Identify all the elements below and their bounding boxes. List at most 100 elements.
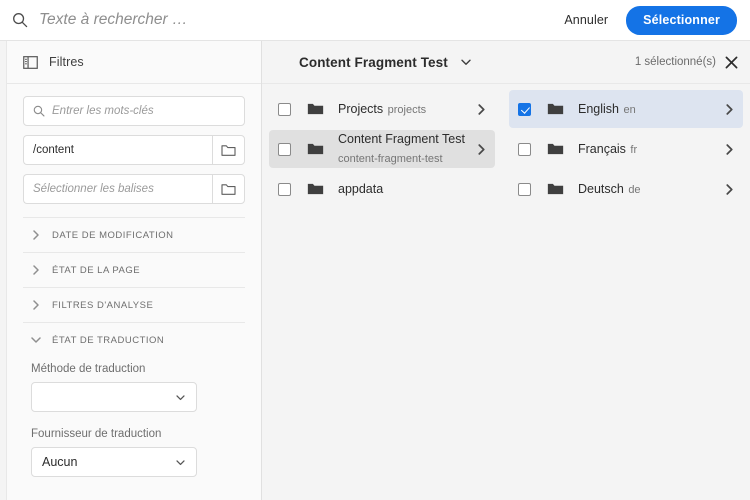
table-row[interactable]: appdata xyxy=(269,170,495,208)
row-title: Deutsch xyxy=(578,181,624,196)
row-text: Français fr xyxy=(578,140,718,159)
row-checkbox[interactable] xyxy=(278,102,291,116)
keyword-input[interactable] xyxy=(52,105,235,117)
accordion-date-modification: Date de modification xyxy=(23,217,245,252)
chevron-right-icon[interactable] xyxy=(724,103,735,115)
chevron-right-icon[interactable] xyxy=(724,143,735,155)
filters-content: Date de modification État de la page xyxy=(7,84,261,500)
table-row[interactable]: Deutsch de xyxy=(509,170,743,208)
filters-title: Filtres xyxy=(49,55,84,69)
table-row[interactable]: English en xyxy=(509,90,743,128)
chevron-right-icon xyxy=(33,300,39,310)
accordion-header-translation-status[interactable]: État de traduction xyxy=(23,323,245,357)
row-subtitle: fr xyxy=(630,143,638,156)
row-title: English xyxy=(578,101,619,116)
row-title: appdata xyxy=(338,181,384,196)
chevron-down-icon xyxy=(176,459,185,465)
folder-icon xyxy=(547,103,564,115)
path-picker-button[interactable] xyxy=(212,135,245,165)
row-subtitle: projects xyxy=(387,103,427,116)
row-text: Content Fragment Test content-fragment-t… xyxy=(338,130,470,168)
chevron-right-icon[interactable] xyxy=(724,183,735,195)
chevron-down-icon xyxy=(176,394,185,400)
row-subtitle: content-fragment-test xyxy=(338,153,443,165)
chevron-right-icon[interactable] xyxy=(476,143,487,155)
tags-input[interactable] xyxy=(33,183,203,195)
accordion-analytics-filters: Filtres d'analyse xyxy=(23,287,245,322)
keyword-field-block xyxy=(7,84,261,204)
chevron-down-icon xyxy=(31,337,41,343)
search-icon xyxy=(13,13,28,28)
row-checkbox[interactable] xyxy=(518,102,531,116)
accordion-page-status: État de la page xyxy=(23,252,245,287)
accordion-label: État de traduction xyxy=(52,334,165,346)
browser-header: Content Fragment Test 1 sélectionné(s) xyxy=(262,41,750,84)
row-title: Français xyxy=(578,141,626,156)
selection-count-label: 1 sélectionné(s) xyxy=(634,56,716,68)
accordion-header-page-status[interactable]: État de la page xyxy=(23,253,245,287)
select-button[interactable]: Sélectionner xyxy=(626,5,737,35)
breadcrumb[interactable]: Content Fragment Test xyxy=(299,55,472,70)
folder-icon xyxy=(547,183,564,195)
row-text: appdata xyxy=(338,180,470,199)
close-icon[interactable] xyxy=(725,56,738,69)
table-row[interactable]: Français fr xyxy=(509,130,743,168)
path-field[interactable] xyxy=(23,135,212,165)
table-row[interactable]: Projects projects xyxy=(269,90,495,128)
path-input[interactable] xyxy=(33,144,203,156)
row-checkbox[interactable] xyxy=(518,142,531,156)
folder-icon xyxy=(307,183,324,195)
tags-field[interactable] xyxy=(23,174,212,204)
breadcrumb-title: Content Fragment Test xyxy=(299,54,448,70)
row-title: Content Fragment Test xyxy=(338,132,465,147)
folder-icon xyxy=(307,143,324,155)
right-column: English en Français fr Deutsch de xyxy=(502,84,750,500)
search-area xyxy=(12,0,553,40)
accordion-header-date-modification[interactable]: Date de modification xyxy=(23,218,245,252)
translation-status-body: Méthode de traduction Fournisseur de tra… xyxy=(23,357,245,490)
selection-info: 1 sélectionné(s) xyxy=(635,56,738,69)
search-icon xyxy=(33,105,45,117)
folder-open-icon xyxy=(221,144,236,156)
row-checkbox[interactable] xyxy=(278,142,291,156)
middle-column: Projects projects Content Fragment Test … xyxy=(262,84,502,500)
filters-sidebar: Filtres Entrer les mots-clés /content Sé… xyxy=(7,41,262,500)
tags-picker-button[interactable] xyxy=(212,174,245,204)
row-checkbox[interactable] xyxy=(518,182,531,196)
accordion-label: Filtres d'analyse xyxy=(52,299,154,311)
translation-provider-value: Aucun xyxy=(42,455,78,469)
keyword-field[interactable] xyxy=(23,96,245,126)
row-text: English en xyxy=(578,100,718,119)
left-rail-strip xyxy=(0,41,7,500)
translation-method-label: Méthode de traduction xyxy=(31,363,146,375)
accordion-translation-status: État de traduction Méthode de traduction… xyxy=(23,322,245,500)
table-row[interactable]: Content Fragment Test content-fragment-t… xyxy=(269,130,495,168)
row-subtitle: de xyxy=(628,183,641,196)
columns-container: Projects projects Content Fragment Test … xyxy=(262,84,750,500)
row-title: Projects xyxy=(338,101,384,116)
cancel-button[interactable]: Annuler xyxy=(552,7,620,33)
row-subtitle: en xyxy=(623,103,636,116)
translation-method-select[interactable] xyxy=(31,382,197,412)
chevron-right-icon xyxy=(33,230,39,240)
search-input[interactable] xyxy=(39,0,553,40)
top-header-bar: Annuler Sélectionner xyxy=(0,0,750,41)
path-field-row xyxy=(23,135,245,165)
row-checkbox[interactable] xyxy=(278,182,291,196)
accordion-header-analytics-filters[interactable]: Filtres d'analyse xyxy=(23,288,245,322)
path-browser-dialog: Annuler Sélectionner Filtres xyxy=(0,0,750,500)
column-browser: Content Fragment Test 1 sélectionné(s) P… xyxy=(262,41,750,500)
accordion-label: Date de modification xyxy=(52,229,174,241)
accordion-label: État de la page xyxy=(52,264,141,276)
folder-icon xyxy=(547,143,564,155)
chevron-down-icon[interactable] xyxy=(460,56,472,68)
folder-open-icon xyxy=(221,183,236,195)
row-text: Deutsch de xyxy=(578,180,718,199)
filters-header: Filtres xyxy=(7,41,261,84)
dialog-body: Filtres Entrer les mots-clés /content Sé… xyxy=(0,41,750,500)
translation-provider-select[interactable]: Aucun xyxy=(31,447,197,477)
folder-icon xyxy=(307,103,324,115)
chevron-right-icon[interactable] xyxy=(476,103,487,115)
filter-accordion-group: Date de modification État de la page xyxy=(7,217,261,500)
tags-field-row xyxy=(23,174,245,204)
